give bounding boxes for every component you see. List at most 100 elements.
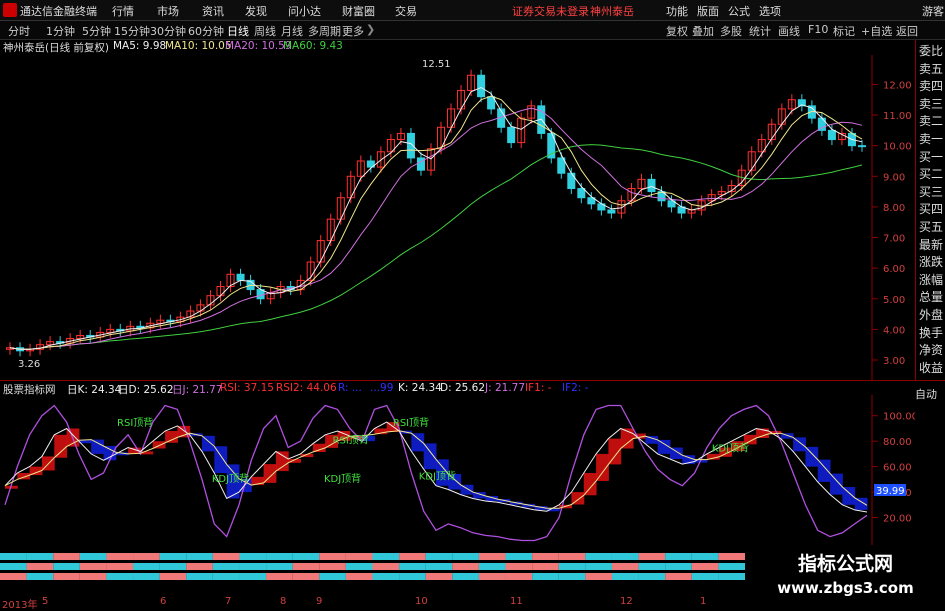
menu-item-function[interactable]: 功能 [666,3,688,19]
signal-strip-segment [212,553,240,560]
user-label[interactable]: 游客 [922,3,944,19]
signal-strip-segment [106,573,134,580]
sidebar-item[interactable]: 涨幅 [919,271,943,288]
signal-strip-segment [558,553,586,560]
signal-strip-segment [79,573,107,580]
period-multi[interactable]: 多周期 [308,23,341,39]
menu-item-news[interactable]: 资讯 [202,3,224,19]
stock-tag: 神州泰岳 [590,5,634,18]
signal-strip-segment [399,563,426,570]
tool-overlay[interactable]: 叠加 [692,23,714,39]
signal-strip-segment [26,553,54,560]
candle-body [647,178,656,193]
tool-back[interactable]: 返回 [896,23,918,39]
indicator-band [805,446,819,467]
candle-body [577,188,586,199]
signal-strip-segment [505,563,533,570]
tool-mark[interactable]: 标记 [833,23,855,39]
sidebar-item[interactable]: 卖一 [919,130,943,147]
menu-item-wealth[interactable]: 财富圈 [342,3,375,19]
sidebar-item[interactable]: 净资 [919,341,943,358]
indicator-rsi: RSI: 37.15 [220,382,274,394]
menu-item-trade[interactable]: 交易 [395,3,417,19]
sidebar-item[interactable]: 外盘 [919,306,943,323]
signal-strip-segment [718,553,745,560]
signal-strip-segment [319,573,346,580]
sidebar-item[interactable]: 买一 [919,148,943,165]
menu-item-layout[interactable]: 版面 [697,3,719,19]
signal-strip-segment [611,553,639,560]
candlestick-chart[interactable]: 12.00 11.00 10.00 9.00 8.00 7.00 6.00 5.00 4.00 3… [0,55,915,380]
tool-draw[interactable]: 画线 [778,23,800,39]
signal-strip-segment [638,553,666,560]
sidebar-item[interactable]: 买三 [919,183,943,200]
period-60min[interactable]: 60分钟 [188,23,224,39]
signal-strip-segment [372,573,400,580]
indicator-band [54,434,68,458]
indicator-r: R: ... [338,382,362,394]
period-monthly[interactable]: 月线 [281,23,303,39]
current-value-label: 39.99 [876,486,905,497]
sidebar-item[interactable]: 买二 [919,165,943,182]
sidebar-item[interactable]: 卖二 [919,112,943,129]
period-15min[interactable]: 15分钟 [114,23,150,39]
period-weekly[interactable]: 周线 [254,23,276,39]
menu-item-discover[interactable]: 发现 [245,3,267,19]
candles [6,69,866,357]
tool-stats[interactable]: 统计 [749,23,771,39]
sidebar-item[interactable]: 买五 [919,218,943,235]
tool-multistock[interactable]: 多股 [720,23,742,39]
menu-item-market[interactable]: 市场 [157,3,179,19]
tool-adjust[interactable]: 复权 [666,23,688,39]
signal-strip-segment [425,563,453,570]
month-label: 11 [510,596,523,607]
menu-item-formula[interactable]: 公式 [728,3,750,19]
month-label: 8 [280,596,287,607]
signal-label: KDJ顶背 [419,469,456,482]
period-30min[interactable]: 30分钟 [150,23,186,39]
sidebar-item[interactable]: 卖三 [919,95,943,112]
sidebar-item[interactable]: 卖五 [919,60,943,77]
signal-strip-segment [585,553,612,560]
candle-body [567,172,576,190]
auto-button[interactable]: 自动 [915,386,945,401]
period-more[interactable]: 更多 [342,23,364,39]
menu-item-assistant[interactable]: 问小达 [288,3,321,19]
indicator-band [165,431,178,443]
sidebar-item[interactable]: 涨跌 [919,253,943,270]
signal-strip-segment [212,573,240,580]
menu-item-quotes[interactable]: 行情 [112,3,134,19]
sidebar-item[interactable]: 收益 [919,359,943,376]
signal-strip-segment [319,553,346,560]
sidebar-item[interactable]: 换手 [919,324,943,341]
period-daily[interactable]: 日线 [227,23,249,39]
title-bar: 通达信金融终端 行情 市场 资讯 发现 问小达 财富圈 交易 证券交易未登录 神… [0,0,945,21]
menu-item-options[interactable]: 选项 [759,3,781,19]
indicator-if2: IF2: - [562,382,589,394]
sidebar-item[interactable]: 买四 [919,200,943,217]
signal-strip-segment [399,573,426,580]
price-tick-label: 4.00 [883,325,905,336]
indicator-tick-label: 60.00 [883,463,912,474]
login-notice[interactable]: 证券交易未登录 [512,3,589,19]
sidebar-item[interactable]: 委比 [919,42,943,59]
signal-strip-segment [585,573,612,580]
signal-strip-segment [505,553,533,560]
sidebar-item[interactable]: 总量 [919,288,943,305]
period-5min[interactable]: 5分钟 [82,23,111,39]
signal-strip-segment [266,553,293,560]
period-1min[interactable]: 1分钟 [46,23,75,39]
month-label: 10 [415,596,428,607]
sidebar-item[interactable]: 卖四 [919,77,943,94]
signal-strip-segment [478,573,506,580]
ma60-value: MA60: 9.43 [283,40,343,52]
more-chevron-icon[interactable]: ❯ [366,23,375,36]
ma60-line [9,144,863,350]
period-intraday[interactable]: 分时 [8,23,30,39]
signal-strip-segment [266,573,293,580]
tool-add-watchlist[interactable]: +自选 [861,23,892,39]
signal-strip-segment [665,563,692,570]
sidebar-item[interactable]: 最新 [919,236,943,253]
indicator-k: K: 24.34 [398,382,442,394]
tool-f10[interactable]: F10 [808,23,828,36]
